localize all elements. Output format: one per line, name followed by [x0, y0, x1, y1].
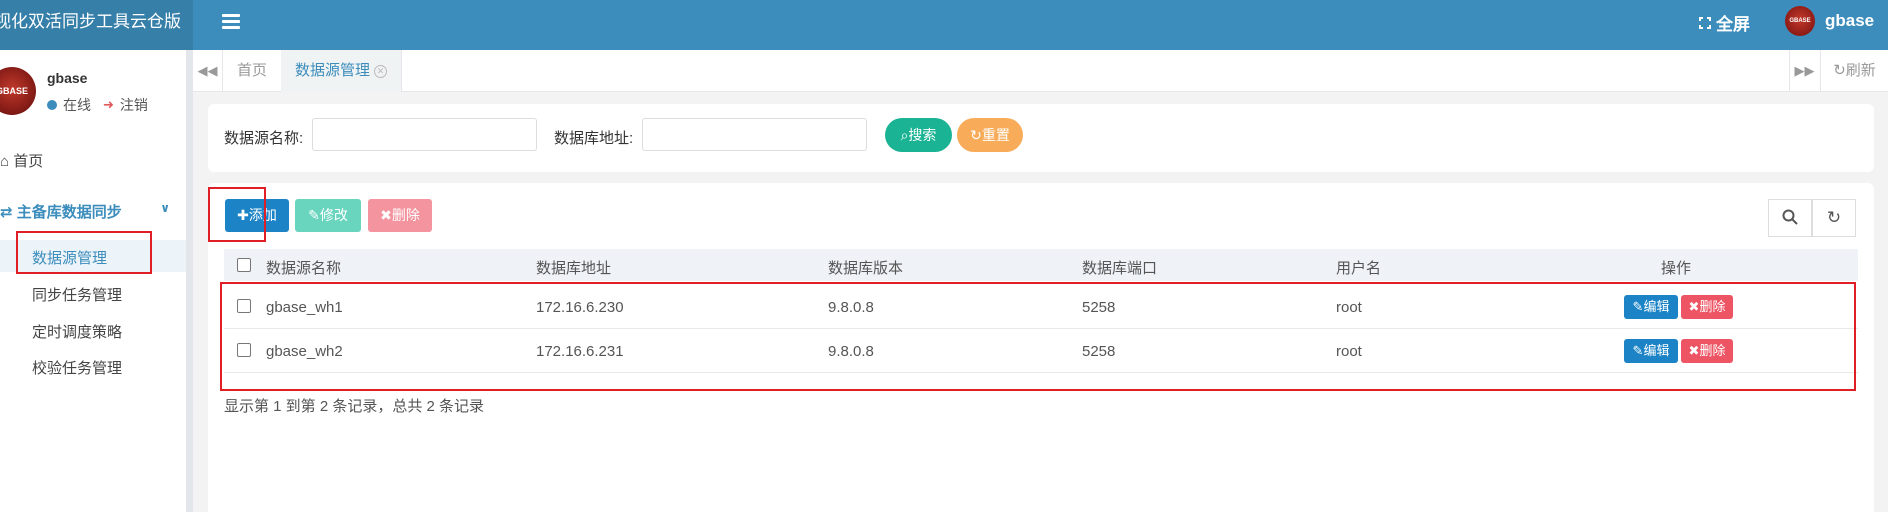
top-navbar: 视化双活同步工具云仓版 全屏 GBASE gbase [0, 0, 1888, 50]
sidebar-item-home[interactable]: ⌂ 首页 [0, 150, 43, 171]
app-title: 视化双活同步工具云仓版 [0, 0, 193, 50]
logout-link[interactable]: 注销 [120, 95, 148, 115]
pagination-summary: 显示第 1 到第 2 条记录，总共 2 条记录 [224, 398, 485, 415]
column-header[interactable]: 用户名 [1336, 257, 1381, 278]
avatar: GBASE [1785, 6, 1815, 36]
refresh-button[interactable]: ↻刷新 [1820, 50, 1888, 92]
fullscreen-label: 全屏 [1716, 15, 1750, 34]
delete-icon: ✖ [380, 207, 392, 223]
username: gbase [1825, 11, 1875, 30]
search-icon [1782, 209, 1798, 225]
home-icon: ⌂ [0, 153, 10, 170]
logout-icon[interactable]: ➜ [103, 97, 114, 113]
highlight-table-rows [220, 282, 1856, 391]
user-status: 在线 ➜ 注销 [47, 95, 148, 115]
column-header[interactable]: 数据库地址 [536, 257, 611, 278]
sidebar-item-sync-task[interactable]: 同步任务管理 [32, 284, 122, 305]
search-button[interactable]: ⌕搜索 [885, 118, 952, 152]
edit-icon: ✎ [308, 207, 320, 223]
search-panel: 数据源名称: 数据库地址: ⌕搜索 ↻重置 [208, 104, 1874, 172]
edit-button[interactable]: ✎修改 [295, 199, 361, 232]
online-status: 在线 [63, 97, 91, 113]
tab-scroll-left-icon[interactable]: ◀◀ [193, 50, 223, 92]
highlight-add-button [208, 187, 266, 242]
table-search-button[interactable] [1768, 199, 1812, 237]
column-header[interactable]: 数据库端口 [1082, 257, 1157, 278]
sidebar-item-schedule[interactable]: 定时调度策略 [32, 321, 122, 342]
reset-button[interactable]: ↻重置 [957, 118, 1023, 152]
close-tab-icon[interactable]: ✕ [374, 65, 388, 78]
expand-icon [1699, 16, 1711, 29]
select-all-checkbox[interactable] [237, 258, 251, 272]
sidebar-group-sync[interactable]: ⇄ 主备库数据同步 ∨ [0, 201, 186, 223]
online-dot-icon [47, 100, 57, 110]
reset-icon: ↻ [970, 127, 982, 143]
sidebar [0, 50, 186, 512]
refresh-icon: ↻ [1833, 62, 1846, 79]
highlight-sidebar-item [16, 231, 152, 274]
table-header: 数据源名称 数据库地址 数据库版本 数据库端口 用户名 操作 [224, 249, 1858, 281]
sidebar-username: gbase [47, 70, 88, 86]
datasource-name-input[interactable] [312, 118, 537, 151]
tab-scroll-right-icon[interactable]: ▶▶ [1789, 50, 1819, 92]
tab-datasource[interactable]: 数据源管理 ✕ [281, 50, 403, 92]
refresh-icon: ↻ [1826, 208, 1842, 227]
db-address-input[interactable] [642, 118, 867, 151]
fullscreen-button[interactable]: 全屏 [1698, 10, 1750, 35]
tabs-bar: ◀◀ 首页 数据源管理 ✕ ▶▶ ↻刷新 [193, 50, 1888, 92]
datasource-name-label: 数据源名称: [224, 130, 304, 147]
column-header[interactable]: 数据源名称 [266, 257, 341, 278]
menu-toggle-icon[interactable] [222, 14, 240, 30]
sidebar-scrollbar[interactable] [186, 50, 193, 512]
chevron-down-icon: ∨ [160, 201, 170, 215]
db-address-label: 数据库地址: [554, 130, 634, 147]
column-header[interactable]: 数据库版本 [828, 257, 903, 278]
sync-icon: ⇄ [0, 204, 13, 221]
delete-button[interactable]: ✖删除 [368, 199, 432, 232]
tab-home[interactable]: 首页 [223, 50, 283, 92]
column-header: 操作 [1661, 260, 1692, 277]
sidebar-item-verify-task[interactable]: 校验任务管理 [32, 357, 122, 378]
table-refresh-button[interactable]: ↻ [1812, 199, 1856, 237]
user-menu[interactable]: GBASE gbase [1785, 6, 1874, 36]
